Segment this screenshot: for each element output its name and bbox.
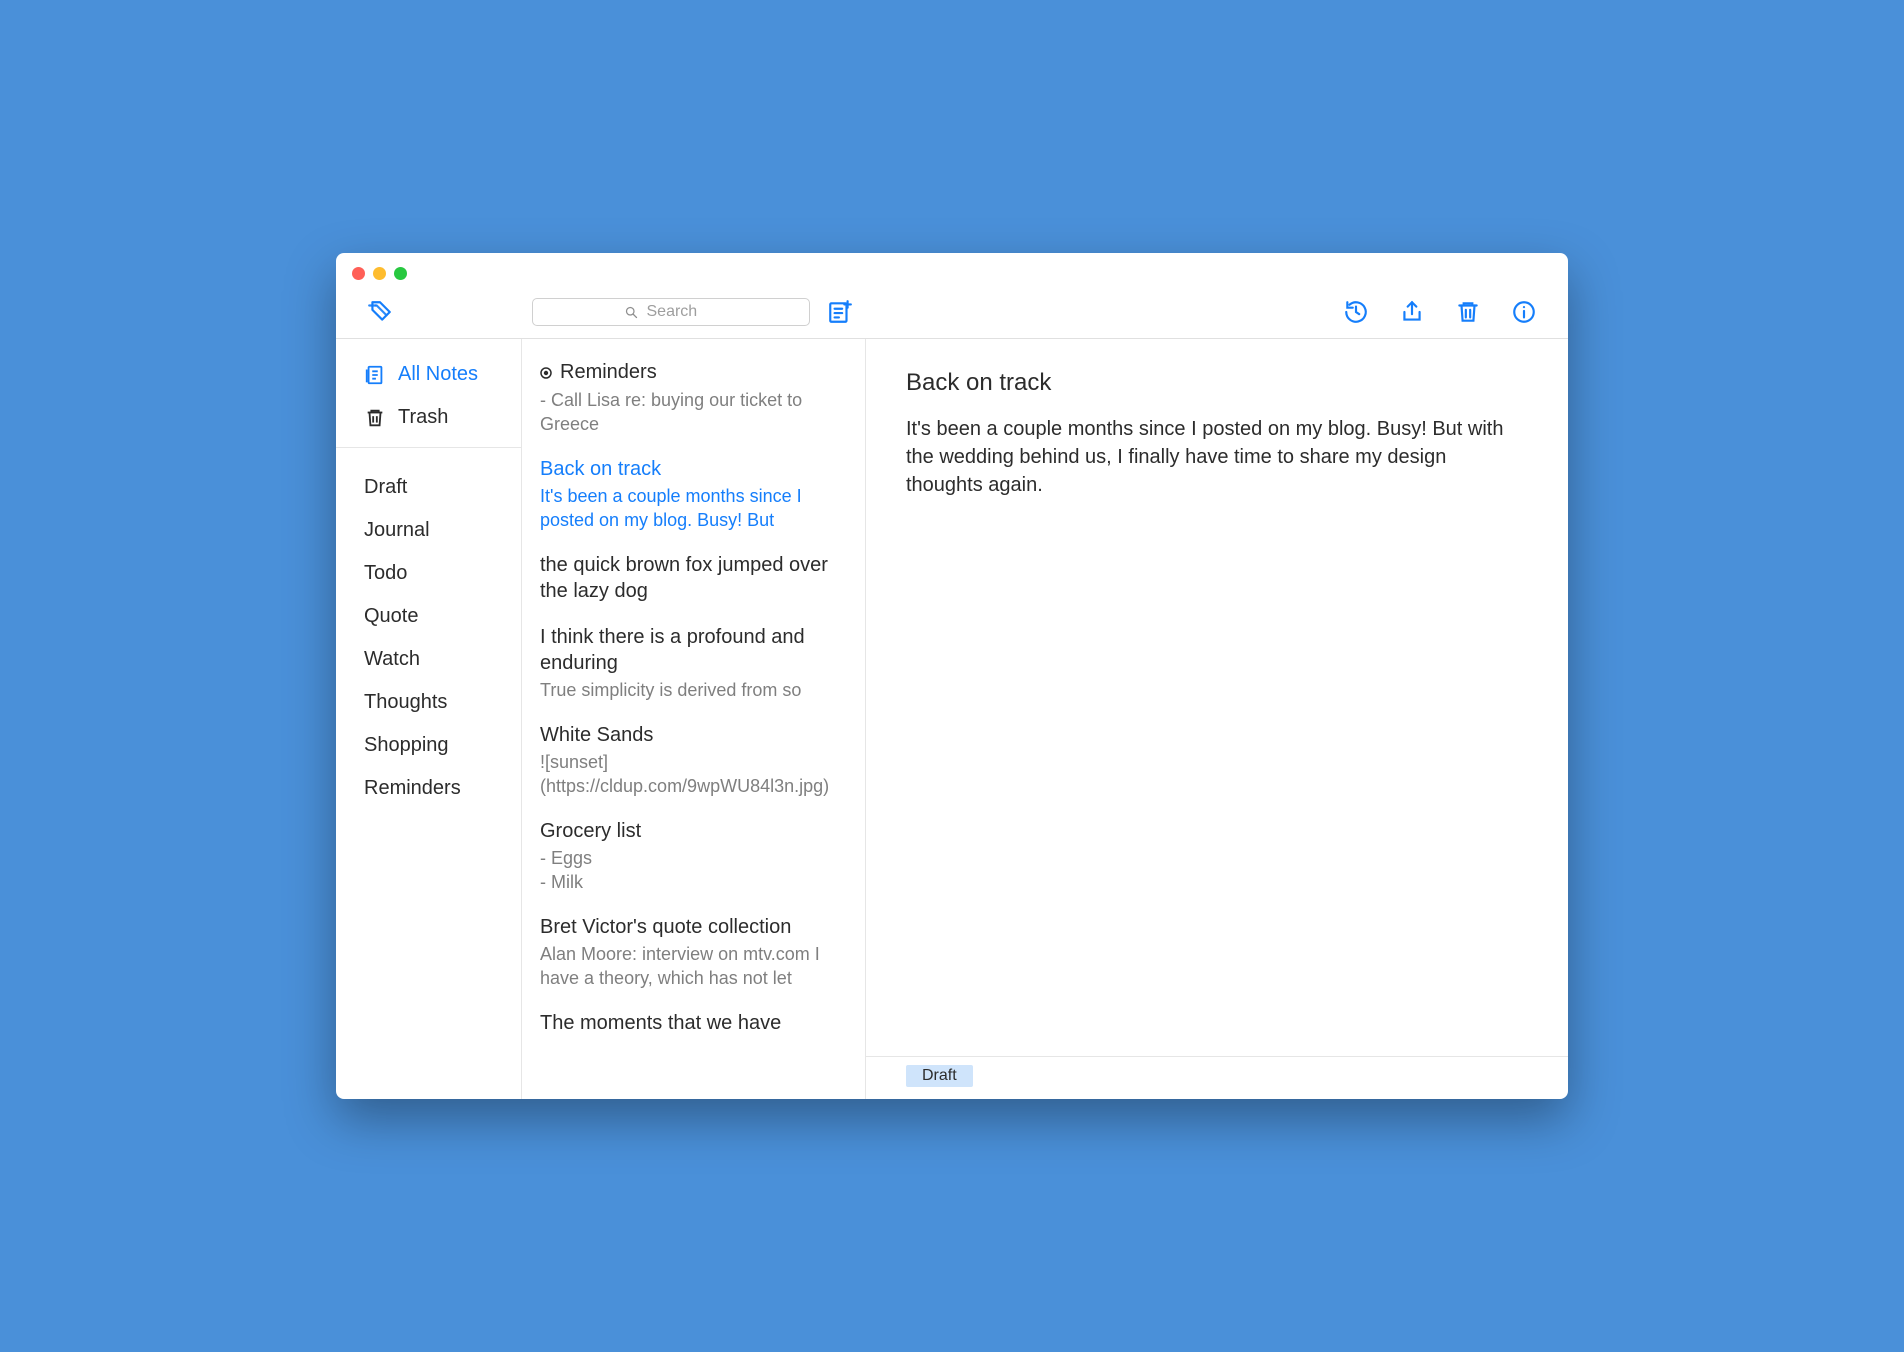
- sidebar-tag-watch[interactable]: Watch: [336, 638, 521, 681]
- note-title: Bret Victor's quote collection: [540, 914, 843, 940]
- window-close-button[interactable]: [352, 267, 365, 280]
- sidebar-tag-draft[interactable]: Draft: [336, 466, 521, 509]
- notes-icon: [364, 364, 386, 386]
- toolbar: [336, 253, 1568, 339]
- sidebar-all-notes-label: All Notes: [398, 363, 478, 386]
- search-field[interactable]: [532, 298, 810, 326]
- note-list-item[interactable]: Bret Victor's quote collectionAlan Moore…: [522, 904, 865, 1000]
- history-button[interactable]: [1340, 296, 1372, 328]
- trash-icon: [364, 407, 386, 429]
- note-title: I think there is a profound and enduring: [540, 624, 843, 676]
- note-title: Reminders: [540, 359, 843, 386]
- window-controls: [352, 267, 407, 280]
- sidebar-tag-reminders[interactable]: Reminders: [336, 767, 521, 810]
- note-title: The moments that we have: [540, 1010, 843, 1036]
- sidebar-trash-label: Trash: [398, 406, 448, 429]
- note-list-item[interactable]: The moments that we have: [522, 1000, 865, 1046]
- note-list-item[interactable]: Grocery list- Eggs - Milk: [522, 808, 865, 904]
- note-preview: - Eggs - Milk: [540, 846, 843, 894]
- note-preview: Alan Moore: interview on mtv.com I have …: [540, 942, 843, 990]
- note-preview: ![sunset](https://cldup.com/9wpWU84l3n.j…: [540, 750, 843, 798]
- editor-content[interactable]: Back on track It's been a couple months …: [866, 339, 1568, 1056]
- note-list-item[interactable]: the quick brown fox jumped over the lazy…: [522, 542, 865, 614]
- editor-title[interactable]: Back on track: [906, 369, 1528, 397]
- info-button[interactable]: [1508, 296, 1540, 328]
- sidebar-tag-thoughts[interactable]: Thoughts: [336, 681, 521, 724]
- sidebar-tag-todo[interactable]: Todo: [336, 552, 521, 595]
- note-title: White Sands: [540, 722, 843, 748]
- note-preview: It's been a couple months since I posted…: [540, 484, 843, 532]
- sidebar-tag-quote[interactable]: Quote: [336, 595, 521, 638]
- sidebar-all-notes[interactable]: All Notes: [336, 353, 521, 396]
- delete-button[interactable]: [1452, 296, 1484, 328]
- note-tag-pill[interactable]: Draft: [906, 1065, 973, 1087]
- sidebar-tags: DraftJournalTodoQuoteWatchThoughtsShoppi…: [336, 466, 521, 810]
- tags-icon[interactable]: [364, 296, 396, 328]
- note-list-item[interactable]: White Sands![sunset](https://cldup.com/9…: [522, 712, 865, 808]
- note-title: Grocery list: [540, 818, 843, 844]
- note-list[interactable]: Reminders- Call Lisa re: buying our tick…: [522, 339, 866, 1099]
- sidebar-trash[interactable]: Trash: [336, 396, 521, 439]
- search-icon: [624, 305, 639, 320]
- window-minimize-button[interactable]: [373, 267, 386, 280]
- note-preview: True simplicity is derived from so: [540, 678, 843, 702]
- note-title: the quick brown fox jumped over the lazy…: [540, 552, 843, 604]
- sidebar-tag-journal[interactable]: Journal: [336, 509, 521, 552]
- search-input[interactable]: [645, 302, 719, 322]
- editor-footer: Draft: [866, 1056, 1568, 1099]
- note-title: Back on track: [540, 456, 843, 482]
- sidebar-tag-shopping[interactable]: Shopping: [336, 724, 521, 767]
- editor-body[interactable]: It's been a couple months since I posted…: [906, 415, 1528, 499]
- share-button[interactable]: [1396, 296, 1428, 328]
- sidebar: All Notes Trash DraftJournalTodoQuoteWat…: [336, 339, 522, 1099]
- note-list-item[interactable]: Back on trackIt's been a couple months s…: [522, 446, 865, 542]
- note-list-item[interactable]: Reminders- Call Lisa re: buying our tick…: [522, 349, 865, 446]
- app-window: All Notes Trash DraftJournalTodoQuoteWat…: [336, 253, 1568, 1099]
- new-note-button[interactable]: [824, 296, 856, 328]
- note-preview: - Call Lisa re: buying our ticket to Gre…: [540, 388, 843, 436]
- editor-pane: Back on track It's been a couple months …: [866, 339, 1568, 1099]
- window-zoom-button[interactable]: [394, 267, 407, 280]
- note-list-item[interactable]: I think there is a profound and enduring…: [522, 614, 865, 712]
- pin-icon: [540, 360, 552, 386]
